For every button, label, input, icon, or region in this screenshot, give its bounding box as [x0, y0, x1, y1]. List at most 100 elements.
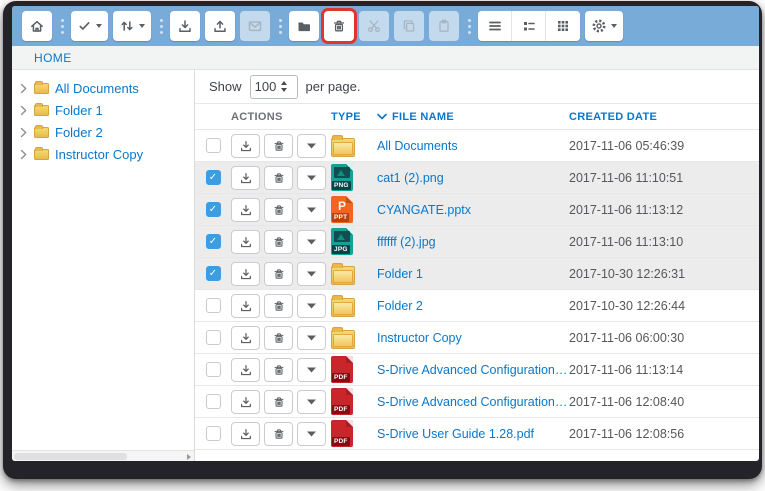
row-checkbox[interactable] [206, 362, 221, 377]
file-name-link[interactable]: S-Drive User Guide 1.28.pdf [377, 427, 534, 441]
row-download-button[interactable] [231, 166, 260, 190]
row-delete-button[interactable] [264, 294, 293, 318]
file-name-link[interactable]: Folder 2 [377, 299, 423, 313]
row-more-button[interactable] [297, 358, 326, 382]
header-actions: ACTIONS [231, 111, 331, 123]
file-type-icon [331, 330, 355, 349]
gear-icon [591, 18, 607, 34]
table-row: Instructor Copy 2017-11-06 06:00:30 [195, 322, 759, 354]
file-name-link[interactable]: ffffff (2).jpg [377, 235, 436, 249]
row-more-button[interactable] [297, 198, 326, 222]
file-name-link[interactable]: All Documents [377, 139, 458, 153]
folder-tree-item[interactable]: All Documents [12, 77, 194, 99]
show-label: Show [209, 79, 242, 94]
row-download-button[interactable] [231, 230, 260, 254]
sidebar-horizontal-scrollbar[interactable] [12, 450, 194, 461]
row-more-button[interactable] [297, 326, 326, 350]
download-icon [239, 331, 253, 345]
folder-tree-item[interactable]: Instructor Copy [12, 143, 194, 165]
folder-tree-item[interactable]: Folder 1 [12, 99, 194, 121]
row-delete-button[interactable] [264, 390, 293, 414]
row-checkbox[interactable] [206, 394, 221, 409]
row-delete-button[interactable] [264, 358, 293, 382]
file-name-link[interactable]: S-Drive Advanced Configuration Gui... [377, 363, 569, 377]
copy-icon [401, 18, 417, 34]
email-button[interactable] [240, 11, 270, 41]
folder-tree-item-label[interactable]: Folder 2 [55, 125, 103, 140]
file-name-link[interactable]: cat1 (2).png [377, 171, 444, 185]
trash-icon [272, 427, 286, 441]
breadcrumb-bar: HOME [12, 46, 759, 70]
row-checkbox[interactable] [206, 266, 221, 281]
header-type[interactable]: TYPE [331, 111, 377, 123]
breadcrumb-home[interactable]: HOME [34, 51, 72, 65]
row-checkbox[interactable] [206, 138, 221, 153]
file-name-link[interactable]: Instructor Copy [377, 331, 462, 345]
row-delete-button[interactable] [264, 198, 293, 222]
per-page-input[interactable] [251, 79, 281, 94]
detail-view-button[interactable] [512, 11, 546, 41]
settings-button[interactable] [585, 11, 623, 41]
folder-tree-item[interactable]: Folder 2 [12, 121, 194, 143]
cut-button[interactable] [359, 11, 389, 41]
row-download-button[interactable] [231, 294, 260, 318]
row-checkbox[interactable] [206, 234, 221, 249]
row-checkbox[interactable] [206, 298, 221, 313]
caret-down-icon [306, 398, 317, 406]
row-more-button[interactable] [297, 262, 326, 286]
download-button[interactable] [170, 11, 200, 41]
header-file-name[interactable]: FILE NAME [377, 111, 569, 123]
file-type-badge: PDF [332, 373, 350, 382]
file-name-link[interactable]: CYANGATE.pptx [377, 203, 471, 217]
header-created-date[interactable]: CREATED DATE [569, 111, 759, 123]
chevron-down-icon [96, 24, 102, 28]
download-icon [239, 203, 253, 217]
scrollbar-right-arrow-icon[interactable] [187, 454, 191, 460]
row-checkbox[interactable] [206, 426, 221, 441]
row-download-button[interactable] [231, 422, 260, 446]
row-download-button[interactable] [231, 198, 260, 222]
row-checkbox[interactable] [206, 202, 221, 217]
row-delete-button[interactable] [264, 262, 293, 286]
select-all-button[interactable] [71, 11, 108, 41]
pagination-controls: Show per page. [195, 70, 759, 104]
row-download-button[interactable] [231, 358, 260, 382]
sort-button[interactable] [113, 11, 151, 41]
grid-view-button[interactable] [546, 11, 580, 41]
row-more-button[interactable] [297, 230, 326, 254]
upload-button[interactable] [205, 11, 235, 41]
row-delete-button[interactable] [264, 326, 293, 350]
row-checkbox[interactable] [206, 170, 221, 185]
row-more-button[interactable] [297, 390, 326, 414]
table-row: Folder 2 2017-10-30 12:26:44 [195, 290, 759, 322]
row-delete-button[interactable] [264, 166, 293, 190]
row-more-button[interactable] [297, 134, 326, 158]
row-download-button[interactable] [231, 262, 260, 286]
row-checkbox[interactable] [206, 330, 221, 345]
folder-tree-item-label[interactable]: Instructor Copy [55, 147, 143, 162]
file-name-link[interactable]: Folder 1 [377, 267, 423, 281]
row-download-button[interactable] [231, 134, 260, 158]
delete-button[interactable] [324, 11, 354, 41]
paste-button[interactable] [429, 11, 459, 41]
folder-tree-item-label[interactable]: All Documents [55, 81, 139, 96]
home-button[interactable] [22, 11, 52, 41]
list-view-button[interactable] [478, 11, 512, 41]
row-delete-button[interactable] [264, 230, 293, 254]
stepper-up-icon[interactable] [281, 81, 287, 85]
row-download-button[interactable] [231, 326, 260, 350]
chevron-down-icon [139, 24, 145, 28]
stepper-down-icon[interactable] [281, 88, 287, 92]
row-more-button[interactable] [297, 166, 326, 190]
row-more-button[interactable] [297, 422, 326, 446]
row-download-button[interactable] [231, 390, 260, 414]
file-name-link[interactable]: S-Drive Advanced Configuration Gui... [377, 395, 569, 409]
row-delete-button[interactable] [264, 134, 293, 158]
row-more-button[interactable] [297, 294, 326, 318]
row-delete-button[interactable] [264, 422, 293, 446]
file-type-badge: PDF [332, 405, 350, 414]
folder-tree-item-label[interactable]: Folder 1 [55, 103, 103, 118]
new-folder-button[interactable] [289, 11, 319, 41]
scrollbar-thumb[interactable] [14, 453, 127, 460]
copy-button[interactable] [394, 11, 424, 41]
